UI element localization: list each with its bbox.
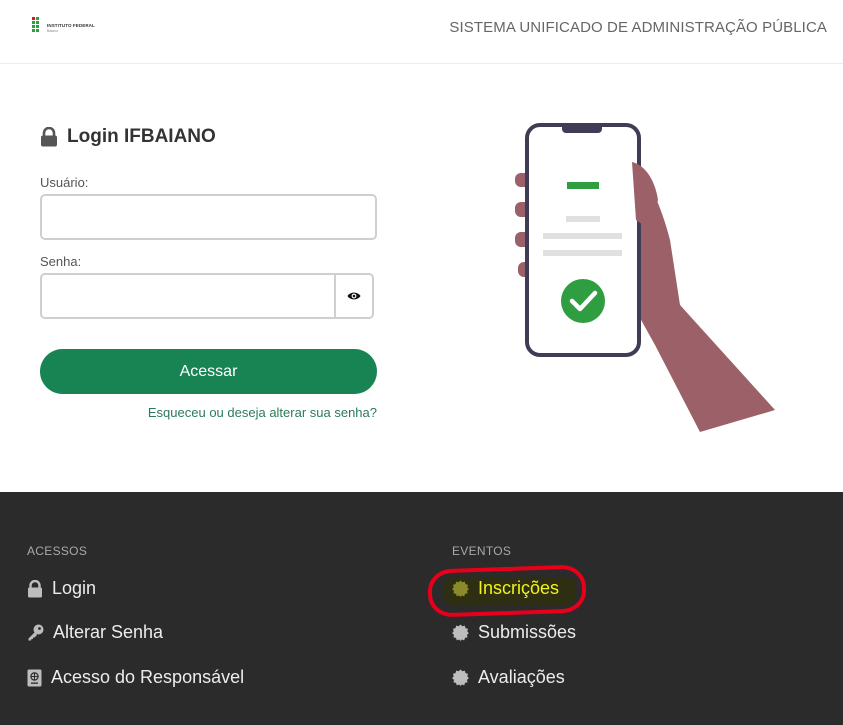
footer-link-label: Acesso do Responsável [51,667,245,687]
certificate-icon [452,624,469,641]
login-heading: Login IFBAIANO [40,126,216,148]
lock-icon [28,579,42,597]
footer-link-login[interactable]: Login [27,578,96,599]
footer-link-label: Avaliações [478,667,565,687]
key-icon [28,624,44,641]
username-label: Usuário: [40,175,89,190]
certificate-icon [452,580,469,597]
forgot-password-link[interactable]: Esqueceu ou deseja alterar sua senha? [148,405,377,420]
passport-icon [27,669,42,686]
footer-link-label: Submissões [478,622,577,642]
password-label: Senha: [40,254,82,269]
footer: ACESSOS EVENTOS [0,492,843,725]
header: INSTITUTO FEDERAL Baiano SISTEMA UNIFICA… [0,0,843,64]
footer-link-label: Login [52,578,97,598]
footer-link-inscricoes[interactable]: Inscrições [452,578,559,599]
login-page: INSTITUTO FEDERAL Baiano SISTEMA UNIFICA… [0,0,843,725]
lock-icon [41,127,57,147]
certificate-icon [452,669,469,686]
system-title: SISTEMA UNIFICADO DE ADMINISTRAÇÃO PÚBLI… [449,19,827,36]
username-input[interactable] [40,194,377,240]
footer-link-submissoes[interactable]: Submissões [452,622,576,643]
acessos-heading: ACESSOS [27,544,88,558]
phone-verification-illustration [515,123,775,432]
submit-button[interactable]: Acessar [40,349,377,394]
footer-link-alterar-senha[interactable]: Alterar Senha [27,622,163,643]
password-input[interactable] [40,273,374,319]
footer-link-label: Alterar Senha [53,622,164,642]
logo-text: INSTITUTO FEDERAL [47,23,95,28]
footer-link-label: Inscrições [478,578,560,598]
institution-logo[interactable]: INSTITUTO FEDERAL Baiano [32,17,102,37]
eventos-heading: EVENTOS [452,544,512,558]
footer-link-avaliacoes[interactable]: Avaliações [452,667,565,688]
page-title: Login IFBAIANO [67,126,216,147]
show-password-button[interactable] [334,275,372,317]
eye-icon [347,292,361,300]
logo-mark-icon [32,17,44,33]
footer-link-acesso-responsavel[interactable]: Acesso do Responsável [27,667,244,688]
logo-subtext: Baiano [47,29,58,33]
